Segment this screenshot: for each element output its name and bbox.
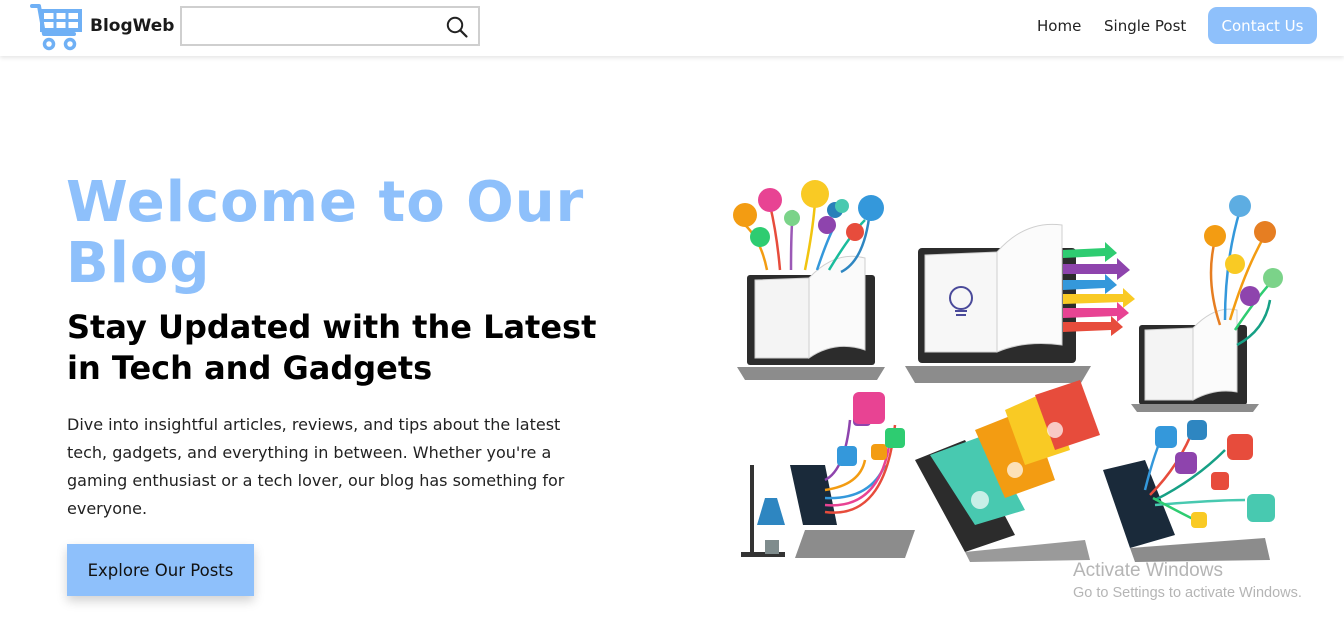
hero-subtitle: Stay Updated with the Latest in Tech and…	[67, 308, 597, 387]
navbar: BlogWeb Home Single Post Contact Us	[0, 0, 1344, 56]
explore-posts-button[interactable]: Explore Our Posts	[67, 544, 254, 596]
brand-name[interactable]: BlogWeb	[90, 16, 174, 36]
search-icon[interactable]	[445, 15, 469, 39]
hero-title: Welcome to Our Blog	[66, 170, 585, 296]
contact-us-button[interactable]: Contact Us	[1208, 7, 1317, 44]
hero-illustration	[733, 180, 1283, 562]
hero-description: Dive into insightful articles, reviews, …	[67, 415, 565, 518]
watermark-subtitle: Go to Settings to activate Windows.	[1073, 585, 1302, 601]
laptop-book-illustration-1	[733, 180, 885, 380]
search-input[interactable]	[190, 15, 440, 37]
laptop-book-illustration-2	[905, 223, 1135, 383]
laptop-network-illustration	[1103, 420, 1275, 562]
laptop-cards-illustration	[915, 380, 1100, 562]
laptop-book-illustration-3	[1131, 195, 1283, 412]
search-box[interactable]	[180, 6, 480, 46]
nav-link-single-post[interactable]: Single Post	[1104, 17, 1186, 35]
shopping-cart-logo-icon[interactable]	[30, 0, 84, 54]
laptop-lab-illustration	[741, 392, 915, 558]
nav-link-home[interactable]: Home	[1037, 17, 1081, 35]
windows-activation-watermark: Activate Windows Go to Settings to activ…	[1073, 560, 1302, 601]
watermark-title: Activate Windows	[1073, 560, 1223, 581]
